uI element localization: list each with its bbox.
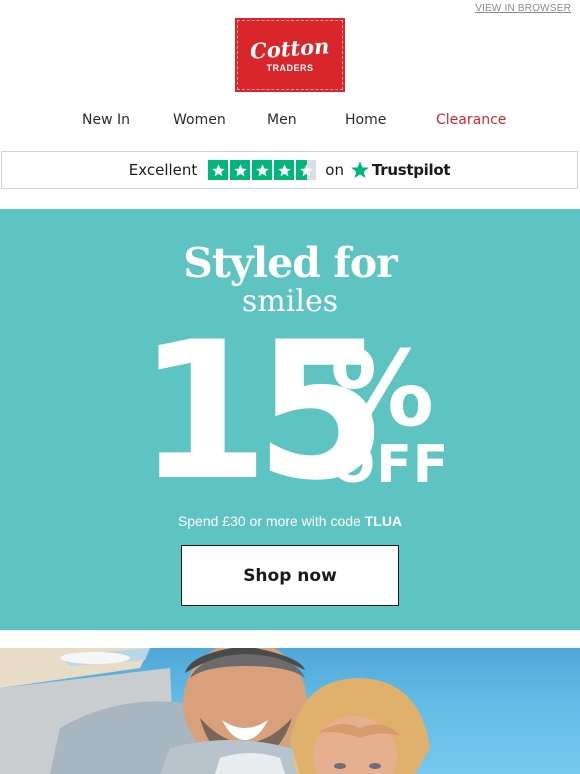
trustpilot-rating-label: Excellent [128, 161, 198, 179]
star-icon [252, 160, 273, 180]
view-in-browser-link[interactable]: VIEW IN BROWSER [475, 3, 571, 14]
shop-now-button[interactable]: Shop now [181, 545, 399, 606]
half-star-icon [296, 160, 317, 180]
star-icon [208, 160, 229, 180]
couple-lifestyle-photo[interactable] [0, 648, 580, 774]
nav-women[interactable]: Women [173, 112, 226, 128]
cotton-traders-logo[interactable]: Cotton TRADERS [235, 18, 345, 92]
logo-subtitle: TRADERS [266, 62, 314, 73]
nav-home[interactable]: Home [345, 112, 386, 128]
promo-terms: Spend £30 or more with code TLUA [0, 513, 580, 529]
nav-men[interactable]: Men [267, 112, 297, 128]
promo-code: TLUA [364, 513, 403, 529]
promo-terms-text: Spend £30 or more with code [177, 513, 365, 529]
trustpilot-on-text: on [325, 161, 344, 179]
percent-sign: % [330, 328, 435, 450]
photo-illustration [0, 648, 430, 774]
trustpilot-bar[interactable]: Excellent on Trustpilot [1, 151, 578, 189]
trustpilot-logo-star-icon [351, 161, 369, 178]
logo-wordmark: Cotton [249, 32, 331, 64]
nav-new-in[interactable]: New In [82, 112, 130, 128]
hero-title: Styled for [183, 239, 398, 287]
star-icon [274, 160, 295, 180]
nav-clearance[interactable]: Clearance [436, 112, 506, 128]
star-icon [230, 160, 251, 180]
main-nav: New In Women Men Home Clearance [0, 112, 580, 134]
promo-hero[interactable]: Styled for smiles 15 % OFF Spend £30 or … [0, 209, 580, 630]
trustpilot-stars [208, 160, 317, 180]
trustpilot-brand: Trustpilot [371, 161, 451, 179]
discount-off-label: OFF [331, 435, 450, 495]
